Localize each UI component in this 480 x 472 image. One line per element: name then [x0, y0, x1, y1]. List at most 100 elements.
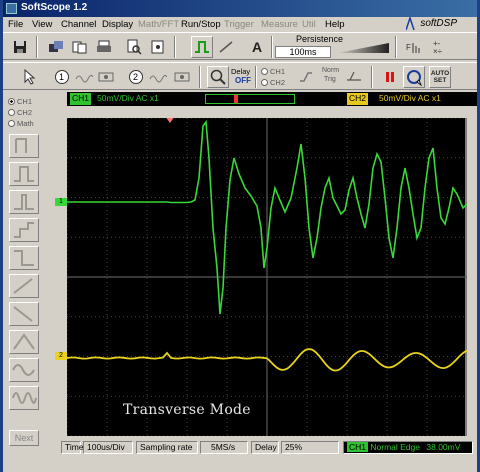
toolbar-separator — [199, 66, 201, 88]
cursor-1-label: 1 — [59, 72, 65, 82]
ch2-ground-marker[interactable]: 2 — [55, 352, 67, 360]
display-math-label: Math — [17, 119, 34, 128]
time-per-div[interactable]: 100us/Div — [83, 441, 133, 454]
export-icon[interactable] — [147, 36, 169, 58]
menu-channel[interactable]: Channel — [61, 19, 96, 30]
svg-text:×÷: ×÷ — [433, 47, 443, 55]
text-tool-icon[interactable]: A — [246, 36, 268, 58]
print-preview-icon[interactable] — [123, 36, 145, 58]
sine-wave-icon[interactable] — [9, 358, 39, 382]
softdsp-logo-icon — [406, 17, 415, 30]
trig-label[interactable]: Trig — [324, 76, 336, 83]
trigger-source-ch1[interactable]: CH1 — [261, 67, 285, 76]
menu-math-fft[interactable]: Math/FFT — [138, 19, 179, 30]
delay-toggle-value[interactable]: OFF — [235, 76, 251, 85]
title-bar: SoftScope 1.2 — [3, 0, 477, 17]
zoom-icon[interactable] — [207, 66, 229, 88]
triangle-wave-icon[interactable] — [9, 330, 39, 354]
menu-help[interactable]: Help — [325, 19, 345, 30]
ch1-setting[interactable]: 50mV/Div AC x1 — [97, 93, 159, 103]
radio-dot-display-math[interactable] — [8, 120, 15, 127]
pulse-narrow-icon[interactable] — [9, 190, 39, 214]
ramp-wave-icon[interactable] — [215, 36, 237, 58]
menu-util[interactable]: Util — [302, 19, 316, 30]
mode-overlay-text: Transverse Mode — [123, 402, 251, 418]
persistence-label: Persistence — [296, 34, 344, 44]
cursor-2-label: 2 — [133, 72, 139, 82]
fft-icon[interactable]: F — [403, 36, 425, 58]
menu-bar: File View Channel Display Math/FFT Run/S… — [3, 17, 477, 32]
channel-info-bar: CH1 50mV/Div AC x1 CH2 50mV/Div AC x1 — [67, 92, 477, 106]
pointer-icon[interactable] — [19, 66, 41, 88]
step-wave-icon[interactable] — [9, 218, 39, 242]
toolbar-separator — [371, 66, 373, 88]
trigger-delay-marker-icon[interactable] — [165, 118, 175, 123]
trigger-position-bar[interactable] — [205, 94, 295, 104]
norm-label[interactable]: Norm — [322, 67, 339, 74]
delay-toggle-label: Delay — [231, 67, 251, 76]
menu-measure[interactable]: Measure — [261, 19, 298, 30]
ch2-tag[interactable]: CH2 — [347, 93, 369, 105]
menu-run-stop[interactable]: Run/Stop — [181, 19, 221, 30]
print-icon[interactable] — [93, 36, 115, 58]
persistence-slider[interactable] — [337, 43, 389, 55]
save-icon[interactable] — [9, 36, 31, 58]
oscilloscope-display[interactable]: 1 2 Transverse Mode — [55, 118, 467, 436]
trigger-source-ch2[interactable]: CH2 — [261, 78, 285, 87]
damped-sine-icon[interactable] — [9, 386, 39, 410]
trigger-edge-icon[interactable] — [295, 66, 317, 88]
ramp-up-icon[interactable] — [9, 274, 39, 298]
delay-value[interactable]: 25% — [281, 441, 339, 454]
trigger-position-marker[interactable] — [234, 95, 238, 103]
radio-dot-ch1[interactable] — [261, 68, 268, 75]
toolbar-separator — [255, 66, 257, 88]
radio-dot-display-ch1[interactable] — [8, 98, 15, 105]
sampling-rate-value: 5MS/s — [200, 441, 248, 454]
app-icon — [6, 3, 17, 14]
trigger-source-ch1-label: CH1 — [270, 67, 286, 76]
radio-dot-ch2[interactable] — [261, 79, 268, 86]
single-shot-icon[interactable] — [403, 66, 425, 88]
ch2-setting[interactable]: 50mV/Div AC x1 — [379, 93, 441, 103]
cursor-1-zoom-icon[interactable] — [95, 66, 117, 88]
measure-toolbar: 1 2 Delay OFF CH1 CH2 Norm Trig AUTO SET — [3, 62, 477, 90]
ch1-tag[interactable]: CH1 — [70, 93, 92, 105]
copy-icon[interactable] — [69, 36, 91, 58]
display-ch2-option[interactable]: CH2 — [8, 108, 32, 117]
scope-grid — [67, 118, 467, 436]
autoset-button[interactable]: AUTO SET — [429, 66, 451, 88]
cursor-1-wave-icon[interactable] — [73, 66, 95, 88]
trigger-status[interactable]: CH1 Normal Edge 38.00mV — [343, 441, 473, 454]
math-operators-icon[interactable]: +- ×÷ — [429, 36, 451, 58]
persistence-value[interactable]: 100ms — [275, 46, 331, 58]
menu-file[interactable]: File — [8, 19, 23, 30]
menu-display[interactable]: Display — [102, 19, 133, 30]
sampling-rate-label: Sampling rate — [136, 441, 198, 454]
probe-x1-icon[interactable] — [9, 134, 39, 158]
brand-label: softDSP — [420, 18, 457, 29]
delay-label: Delay — [251, 441, 279, 454]
trigger-level-icon[interactable] — [343, 66, 365, 88]
toolbar-separator — [395, 36, 397, 58]
square-wave-icon[interactable] — [191, 36, 213, 58]
display-math-option[interactable]: Math — [8, 119, 34, 128]
display-ch1-option[interactable]: CH1 — [8, 97, 32, 106]
radio-dot-display-ch2[interactable] — [8, 109, 15, 116]
pause-icon[interactable] — [379, 66, 401, 88]
menu-view[interactable]: View — [32, 19, 52, 30]
cursor-2-wave-icon[interactable] — [147, 66, 169, 88]
side-panel: CH1 CH2 Math Next — [3, 92, 57, 462]
falling-step-icon[interactable] — [9, 246, 39, 270]
toolbar-separator — [271, 36, 273, 58]
ramp-down-icon[interactable] — [9, 302, 39, 326]
cursor-2-zoom-icon[interactable] — [171, 66, 193, 88]
status-bar: Time 100us/Div Sampling rate 5MS/s Delay… — [61, 440, 473, 455]
trigger-mode: Normal Edge — [370, 442, 420, 452]
display-ch2-label: CH2 — [17, 108, 33, 117]
pulse-wave-icon[interactable] — [9, 162, 39, 186]
open-settings-icon[interactable] — [45, 36, 67, 58]
menu-trigger[interactable]: Trigger — [224, 19, 254, 30]
next-button[interactable]: Next — [9, 430, 39, 446]
ch1-ground-marker[interactable]: 1 — [55, 198, 67, 206]
trigger-level: 38.00mV — [426, 442, 461, 452]
